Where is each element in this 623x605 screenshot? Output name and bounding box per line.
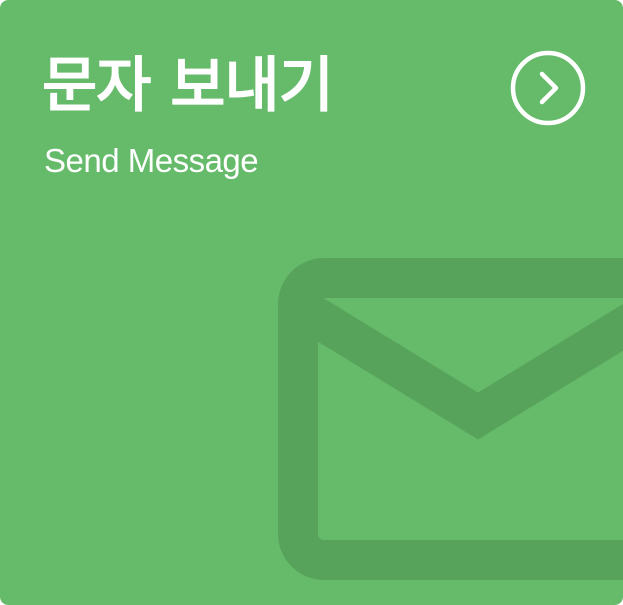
- send-message-card[interactable]: 문자 보내기 Send Message: [0, 0, 623, 605]
- card-subtitle: Send Message: [44, 142, 259, 179]
- chevron-right-circle-icon[interactable]: [510, 50, 586, 126]
- envelope-icon: [278, 258, 623, 580]
- card-title: 문자 보내기: [42, 51, 334, 121]
